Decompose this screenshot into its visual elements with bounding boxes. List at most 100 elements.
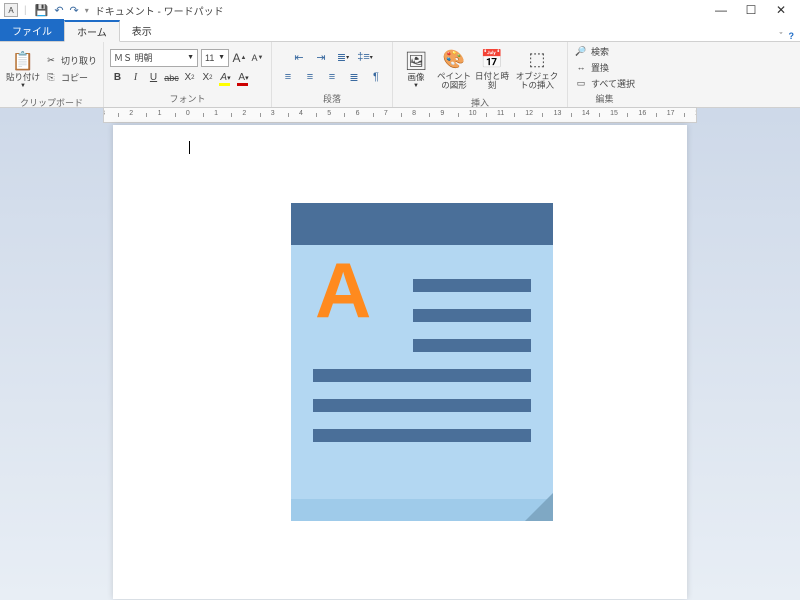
text-line-icon — [313, 429, 531, 442]
doc-illustration-footer — [291, 499, 553, 521]
grow-font-button[interactable]: A▲ — [232, 50, 247, 66]
document-page[interactable]: A — [113, 125, 687, 599]
align-left-button[interactable]: ≡ — [278, 69, 298, 85]
group-paragraph: ⇤ ⇥ ≣▾ ‡≡▾ ≡ ≡ ≡ ≣ ¶ 段落 — [272, 42, 393, 107]
undo-icon[interactable]: ↶ — [54, 4, 63, 17]
ruler-minor-tick — [316, 113, 317, 117]
font-name-combo[interactable]: ＭＳ 明朝▼ — [110, 49, 198, 67]
ruler-tick: 1 — [158, 110, 162, 117]
ruler-tick: 0 — [186, 110, 190, 117]
ruler-minor-tick — [599, 113, 600, 117]
ruler-tick: 1 — [214, 110, 218, 117]
decrease-indent-button[interactable]: ⇤ — [289, 49, 309, 65]
text-line-icon — [313, 399, 531, 412]
text-line-icon — [313, 369, 531, 382]
paragraph-dialog-button[interactable]: ¶ — [366, 69, 386, 85]
superscript-button[interactable]: X2 — [200, 70, 215, 86]
group-font-label: フォント — [110, 90, 265, 107]
group-edit: 🔎 検索 ↔ 置換 ▭ すべて選択 編集 — [568, 42, 641, 107]
title-separator: | — [24, 5, 27, 16]
text-line-icon — [413, 339, 531, 352]
font-color-button[interactable]: A▾ — [236, 70, 251, 86]
workspace: 3210123456789101112131415161718 A — [0, 108, 800, 599]
ruler-tick: 15 — [610, 110, 618, 117]
shrink-font-button[interactable]: A▼ — [250, 50, 265, 66]
replace-icon: ↔ — [574, 60, 588, 74]
align-center-button[interactable]: ≡ — [300, 69, 320, 85]
ruler-tick: 16 — [638, 110, 646, 117]
replace-button[interactable]: ↔ 置換 — [574, 60, 635, 74]
letter-a-icon: A — [315, 251, 371, 329]
doc-illustration-header — [291, 203, 553, 245]
window-title: ドキュメント - ワードパッド — [95, 3, 224, 18]
ruler-minor-tick — [514, 113, 515, 117]
paste-icon: 📋 — [11, 49, 35, 73]
save-icon[interactable]: 💾 — [35, 4, 49, 17]
ruler-tick: 10 — [469, 110, 477, 117]
line-spacing-button[interactable]: ‡≡▾ — [355, 49, 375, 65]
window-controls: — ☐ ✕ — [706, 0, 796, 20]
help-icon[interactable]: ? — [789, 31, 795, 41]
ruler-tick: 8 — [412, 110, 416, 117]
ruler-minor-tick — [231, 113, 232, 117]
picture-icon: 🖼 — [404, 49, 428, 73]
insert-object-button[interactable]: ⬚ オブジェクトの挿入 — [513, 44, 561, 94]
insert-datetime-button[interactable]: 📅 日付と時刻 — [475, 44, 509, 94]
document-illustration: A — [291, 203, 553, 521]
minimize-button[interactable]: — — [706, 0, 736, 20]
insert-paint-button[interactable]: 🎨 ペイントの図形 — [437, 44, 471, 94]
bold-button[interactable]: B — [110, 70, 125, 86]
ruler-tick: 2 — [129, 110, 133, 117]
object-icon: ⬚ — [525, 48, 549, 72]
ruler-minor-tick — [458, 113, 459, 117]
subscript-button[interactable]: X2 — [182, 70, 197, 86]
redo-icon[interactable]: ↷ — [70, 4, 79, 17]
title-bar: A | 💾 ↶ ↷ ▾ ドキュメント - ワードパッド — ☐ ✕ — [0, 0, 800, 20]
highlight-button[interactable]: A▾ — [218, 70, 233, 86]
align-justify-button[interactable]: ≣ — [344, 69, 364, 85]
ruler-tick: 14 — [582, 110, 590, 117]
ruler-tick: 11 — [497, 110, 504, 117]
select-all-button[interactable]: ▭ すべて選択 — [574, 76, 635, 90]
text-cursor — [189, 141, 190, 154]
ruler-tick: 4 — [299, 110, 303, 117]
copy-button[interactable]: ⎘ コピー — [44, 71, 97, 85]
ruler-tick: 5 — [327, 110, 331, 117]
ruler-minor-tick — [429, 113, 430, 117]
doc-illustration-body: A — [291, 245, 553, 521]
align-right-button[interactable]: ≡ — [322, 69, 342, 85]
close-button[interactable]: ✕ — [766, 0, 796, 20]
ruler-minor-tick — [373, 113, 374, 117]
ruler-minor-tick — [656, 113, 657, 117]
ruler-minor-tick — [118, 113, 119, 117]
ruler-tick: 6 — [356, 110, 360, 117]
ribbon-tabs: ファイル ホーム 表示 ˇ ? — [0, 20, 800, 42]
copy-icon: ⎘ — [44, 71, 58, 85]
collapse-ribbon-icon[interactable]: ˇ — [780, 31, 783, 41]
tab-home[interactable]: ホーム — [64, 20, 120, 42]
ruler-tick: 17 — [667, 110, 675, 117]
group-paragraph-label: 段落 — [278, 90, 386, 107]
ruler-minor-tick — [288, 113, 289, 117]
bullet-list-button[interactable]: ≣▾ — [333, 49, 353, 65]
ruler[interactable]: 3210123456789101112131415161718 — [103, 107, 697, 123]
tab-file[interactable]: ファイル — [0, 19, 64, 41]
italic-button[interactable]: I — [128, 70, 143, 86]
ruler-minor-tick — [146, 113, 147, 117]
paste-button[interactable]: 📋 貼り付け ▼ — [6, 44, 40, 94]
ruler-minor-tick — [571, 113, 572, 117]
cut-button[interactable]: ✂ 切り取り — [44, 54, 97, 68]
font-size-combo[interactable]: 11▼ — [201, 49, 229, 67]
chevron-down-icon: ▼ — [187, 54, 194, 61]
strikethrough-button[interactable]: abc — [164, 70, 179, 86]
tab-view[interactable]: 表示 — [120, 19, 164, 41]
increase-indent-button[interactable]: ⇥ — [311, 49, 331, 65]
insert-picture-button[interactable]: 🖼 画像▼ — [399, 44, 433, 94]
ruler-minor-tick — [175, 113, 176, 117]
datetime-icon: 📅 — [480, 48, 504, 72]
ruler-minor-tick — [203, 113, 204, 117]
find-button[interactable]: 🔎 検索 — [574, 44, 635, 58]
maximize-button[interactable]: ☐ — [736, 0, 766, 20]
underline-button[interactable]: U — [146, 70, 161, 86]
qat-more-icon[interactable]: ▾ — [85, 6, 89, 15]
